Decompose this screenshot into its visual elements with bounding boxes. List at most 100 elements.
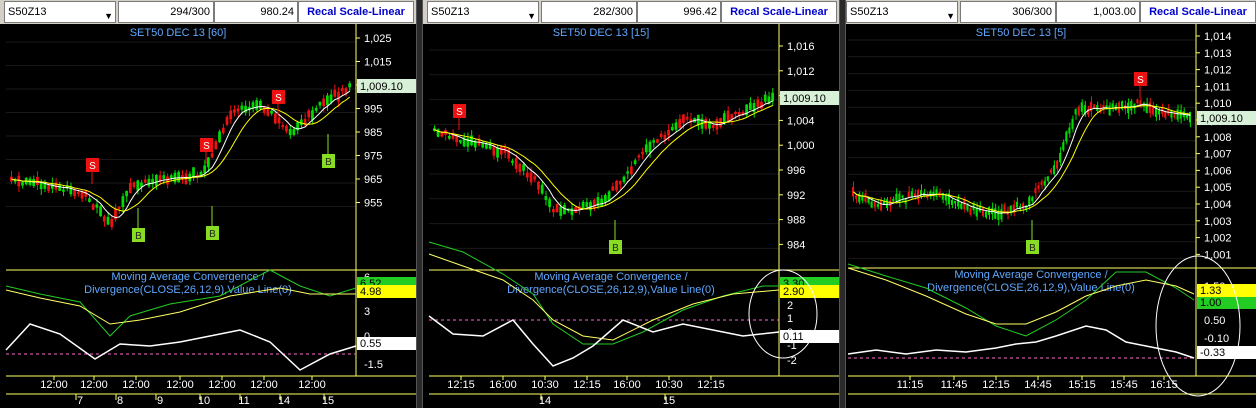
bar-count: 306/300 <box>960 1 1056 23</box>
candle-body <box>726 110 730 122</box>
candle-body <box>540 184 544 194</box>
candle-body <box>600 198 603 207</box>
candle-body <box>656 139 659 143</box>
chevron-down-icon[interactable]: ▼ <box>946 6 955 26</box>
candle-body <box>337 91 340 102</box>
candle-body <box>499 146 503 155</box>
candle-body <box>585 202 589 207</box>
candle-body <box>652 140 656 143</box>
candle-body <box>203 165 207 174</box>
candle-body <box>132 182 136 187</box>
chart-canvas[interactable]: SET50 DEC 13 [60]SSSBBB1,0251,0151,00599… <box>0 24 416 408</box>
moving-average-slow <box>434 104 773 210</box>
candle-body <box>17 175 21 187</box>
candle-body <box>225 117 229 125</box>
candle-body <box>192 167 195 178</box>
chart-panel-60min[interactable]: S50Z13 ▼ 294/300 980.24 Recal Scale-Line… <box>0 0 416 408</box>
candle-body <box>667 129 670 136</box>
time-tick-label: 16:00 <box>613 379 641 391</box>
recal-scale-button[interactable]: Recal Scale-Linear <box>298 1 414 23</box>
moving-average-fast <box>853 103 1191 214</box>
candle-body <box>756 99 760 107</box>
candle-body <box>147 178 151 187</box>
candle-body <box>447 135 451 139</box>
symbol-value: S50Z13 <box>8 6 47 18</box>
candle-body <box>641 151 644 155</box>
panel-splitter[interactable] <box>416 0 423 408</box>
panel-splitter[interactable] <box>839 0 846 408</box>
time-tick-label: 16:00 <box>489 379 517 391</box>
time-tick-label: 12:00 <box>166 379 194 391</box>
candle-body <box>240 105 244 110</box>
candle-body <box>722 113 726 123</box>
macd-line-value: 1.33 <box>1200 285 1221 297</box>
candle-body <box>455 135 459 143</box>
sell-signal-label: S <box>203 141 210 152</box>
candle-body <box>1056 160 1059 169</box>
candle-body <box>270 110 273 114</box>
symbol-select[interactable]: S50Z13 ▼ <box>427 1 539 23</box>
chart-toolbar: S50Z13 ▼ 306/300 1,003.00 Recal Scale-Li… <box>846 0 1256 24</box>
candle-body <box>981 207 984 216</box>
candle-body <box>95 204 99 208</box>
price-field: 980.24 <box>214 1 298 23</box>
buy-signal-label: B <box>325 157 332 168</box>
indicator-tick-label: 0.50 <box>1204 315 1225 327</box>
candle-body <box>1080 102 1083 112</box>
price-tick-label: 1,000 <box>787 140 815 152</box>
date-tick-label: 14 <box>278 395 290 407</box>
buy-signal-label: B <box>1029 243 1036 254</box>
recal-scale-button[interactable]: Recal Scale-Linear <box>1140 1 1256 23</box>
candle-body <box>957 198 960 207</box>
candle-body <box>166 176 169 185</box>
candle-body <box>522 164 525 171</box>
candle-body <box>128 182 132 194</box>
candle-body <box>907 191 910 198</box>
candle-body <box>251 102 255 109</box>
value-line-value: 0.55 <box>360 338 381 350</box>
candle-body <box>1034 188 1037 194</box>
candle-body <box>262 106 266 113</box>
candle-body <box>592 199 596 209</box>
candle-body <box>488 142 492 149</box>
candle-body <box>99 206 102 216</box>
candle-body <box>117 206 121 209</box>
symbol-select[interactable]: S50Z13 ▼ <box>846 1 958 23</box>
indicator-tick-label: -0.10 <box>1204 333 1229 345</box>
candle-body <box>329 94 333 103</box>
candle-body <box>266 109 270 116</box>
candle-body <box>892 198 895 202</box>
candle-body <box>214 141 218 150</box>
candle-body <box>325 95 329 106</box>
candle-body <box>1071 118 1074 129</box>
candle-body <box>348 83 351 88</box>
candle-body <box>1000 209 1003 220</box>
candle-body <box>873 201 876 208</box>
moving-average-fast <box>11 90 351 219</box>
candle-body <box>492 145 496 156</box>
candle-body <box>292 128 296 135</box>
chart-canvas[interactable]: SET50 DEC 13 [5] S B 1,014 1,013 1,012 1,011 1,… <box>846 24 1256 408</box>
chart-panel-5min[interactable]: S50Z13 ▼ 306/300 1,003.00 Recal Scale-Li… <box>846 0 1256 408</box>
time-tick-label: 14:45 <box>1024 379 1052 391</box>
moving-average-slow <box>853 105 1191 213</box>
candle-body <box>1040 181 1043 185</box>
candle-body <box>570 208 574 216</box>
symbol-select[interactable]: S50Z13 ▼ <box>4 1 116 23</box>
indicator-subtitle: Divergence(CLOSE,26,12,9),Value Line(0) <box>84 284 292 296</box>
candle-body <box>1188 111 1191 123</box>
candle-body <box>459 140 462 143</box>
chart-panel-15min[interactable]: S50Z13 ▼ 282/300 996.42 Recal Scale-Line… <box>423 0 839 408</box>
candle-body <box>1049 169 1052 174</box>
symbol-value: S50Z13 <box>850 6 889 18</box>
candle-body <box>950 199 953 206</box>
time-tick-label: 12:00 <box>40 379 68 391</box>
chevron-down-icon[interactable]: ▼ <box>104 6 113 26</box>
candle-body <box>1148 102 1151 113</box>
price-tick-label: 996 <box>787 165 805 177</box>
candle-body <box>1062 142 1065 151</box>
chart-title: SET50 DEC 13 [5] <box>976 27 1067 39</box>
chevron-down-icon[interactable]: ▼ <box>527 6 536 26</box>
chart-canvas[interactable]: SET50 DEC 13 [15]SB1,0161,0121,0081,0041… <box>423 24 839 408</box>
recal-scale-button[interactable]: Recal Scale-Linear <box>721 1 837 23</box>
